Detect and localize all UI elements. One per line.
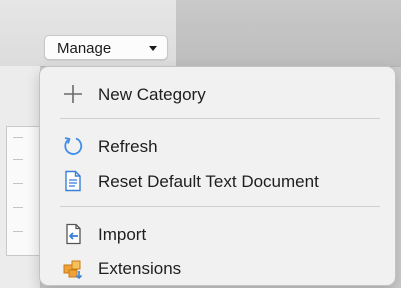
manage-button-label: Manage: [57, 40, 112, 57]
extensions-icon: [62, 257, 84, 280]
chevron-down-icon: [149, 46, 157, 51]
preview-line: [13, 159, 23, 160]
document-icon: [62, 170, 84, 192]
menu-item-label: Refresh: [98, 137, 158, 156]
manage-button[interactable]: Manage: [44, 35, 168, 60]
preview-line: [13, 137, 23, 138]
import-icon: [62, 223, 84, 245]
menu-item-label: Import: [98, 225, 147, 244]
menu-separator: [60, 206, 380, 207]
plus-icon: [62, 83, 84, 105]
refresh-icon: [62, 135, 84, 157]
manage-dropdown-menu: New Category Refresh Reset Default Text …: [39, 66, 396, 286]
toolbar-shadow-area: [176, 0, 401, 66]
preview-line: [13, 183, 23, 184]
menu-item-new-category[interactable]: New Category: [40, 79, 395, 109]
preview-line: [13, 207, 23, 208]
menu-item-reset-default-text-document[interactable]: Reset Default Text Document: [40, 166, 395, 196]
menu-item-refresh[interactable]: Refresh: [40, 131, 395, 161]
menu-item-label: Reset Default Text Document: [98, 172, 319, 191]
document-preview-fragment: [6, 126, 40, 256]
menu-item-label: New Category: [98, 85, 206, 104]
preview-line: [13, 231, 23, 232]
menu-item-extensions[interactable]: Extensions: [40, 253, 395, 283]
menu-item-label: Extensions: [98, 259, 182, 278]
menu-item-import[interactable]: Import: [40, 219, 395, 249]
menu-separator: [60, 118, 380, 119]
